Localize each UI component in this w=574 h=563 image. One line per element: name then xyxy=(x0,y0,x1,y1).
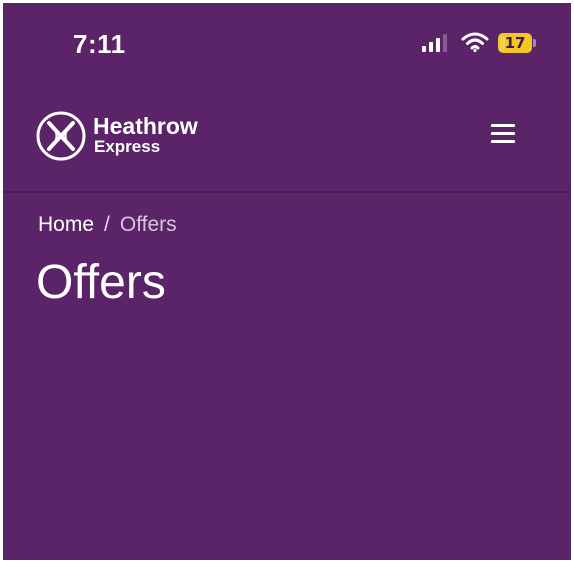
site-header: Heathrow Express xyxy=(3,83,571,193)
logo-name: Heathrow xyxy=(93,113,198,139)
page-title: Offers xyxy=(36,256,166,309)
breadcrumb: Home / Offers xyxy=(38,213,177,237)
hamburger-menu-icon-bottom xyxy=(491,140,515,143)
breadcrumb-current: Offers xyxy=(119,213,177,236)
logo-subtitle: Express xyxy=(94,137,161,156)
heathrow-express-logo[interactable]: Heathrow Express xyxy=(35,109,235,165)
battery-icon: 17 xyxy=(498,33,538,53)
breadcrumb-separator: / xyxy=(104,213,110,236)
battery-nub xyxy=(533,39,536,47)
breadcrumb-home-link[interactable]: Home xyxy=(38,213,94,236)
wifi-icon xyxy=(461,32,489,53)
hamburger-menu-button[interactable] xyxy=(489,123,519,149)
hamburger-menu-icon-middle xyxy=(491,132,515,135)
battery-body: 17 xyxy=(498,33,532,53)
cellular-signal-icon xyxy=(422,34,447,52)
heathrow-express-logo-icon xyxy=(36,111,86,161)
status-bar: 7:11 17 xyxy=(3,3,571,83)
hamburger-menu-icon xyxy=(491,124,515,127)
app-screen: 7:11 17 Heathrow Express Home / Offers O… xyxy=(3,3,571,560)
status-time: 7:11 xyxy=(73,29,126,59)
battery-level-text: 17 xyxy=(504,34,526,52)
